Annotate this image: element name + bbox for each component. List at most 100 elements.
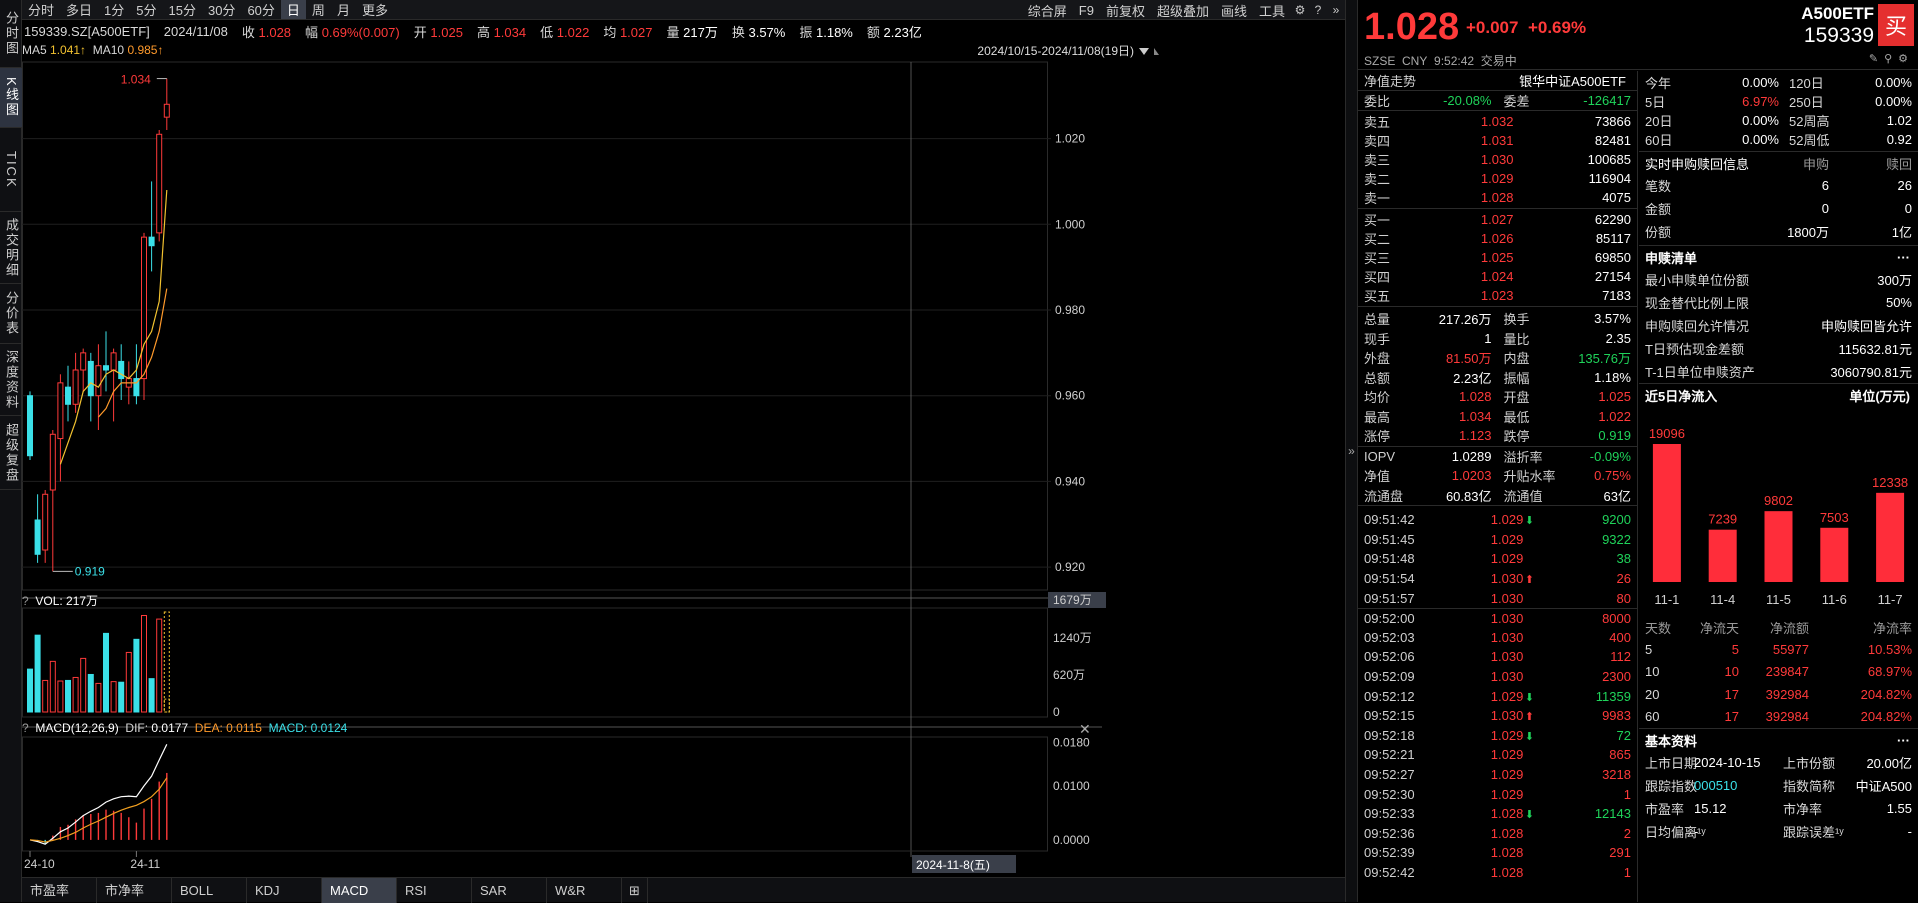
tick-row: 09:52:39 1.028 291 [1364,845,1631,861]
nav-trend-row[interactable]: 净值走势 银华中证A500ETF [1358,71,1637,91]
indicator-tab-5[interactable]: RSI [397,877,472,903]
candle [34,494,41,563]
link-icon[interactable]: ⚲ [1884,53,1898,65]
indicator-tab-4[interactable]: MACD [322,877,397,903]
view-tab-6[interactable]: 超级复盘 [0,416,22,490]
candle [118,344,125,400]
macd-name: MACD(12,26,9) [35,721,119,735]
indicator-tab-7[interactable]: W&R [547,877,622,903]
tick-row: 09:52:03 1.030 400 [1364,629,1631,645]
security-name: A500ETF [1801,4,1874,23]
asks-level-2[interactable]: 卖三 1.030 100685 [1358,150,1637,169]
price-change: +0.007 [1466,18,1519,37]
volume-bar [133,638,140,713]
volume-tick-label: 0 [1053,705,1060,719]
creation-row-4: T-1日单位申赎资产 3060790.81元 [1645,365,1912,380]
quote-tool-icons[interactable]: ✎⚲⚙ [1869,52,1914,65]
iopv-row-1: 净值 1.0203 升贴水率 0.75% [1364,468,1631,485]
candle [163,78,170,130]
view-tab-2[interactable]: TICK [0,128,22,212]
candle [148,181,155,272]
ma10-line [97,288,168,418]
volume-bar [57,680,64,713]
volume-bar [110,681,117,713]
asks-level-0[interactable]: 卖五 1.032 73866 [1358,112,1637,131]
indicator-tab-2[interactable]: BOLL [172,877,247,903]
volume-label: VOL: 217万 [35,594,99,608]
volume-bar [141,615,147,713]
asks-level-3[interactable]: 卖二 1.029 116904 [1358,169,1637,188]
volume-bar [42,679,49,713]
iopv-row-2: 流通盘 60.83亿 流通值 63亿 [1364,488,1631,504]
volume-bar [34,634,41,713]
view-tab-1[interactable]: K线图 [0,68,22,128]
candle [65,365,71,422]
date-range-label[interactable]: 2024/10/15-2024/11/08(19日) [977,44,1134,58]
settings-icon[interactable]: ⚙ [1898,53,1914,65]
view-tab-4[interactable]: 分价表 [0,284,22,344]
netflow-value-label: 12338 [1872,475,1908,490]
dea-value: 0.0115 [226,721,262,735]
indicator-tab-0[interactable]: 市盈率 [22,877,97,903]
add-indicator-button[interactable]: ⊞ [622,877,648,903]
more-icon[interactable]: ··· [1897,733,1910,748]
candle [110,348,117,422]
range-dropdown-icon[interactable] [1139,48,1149,55]
creation-row-3: T日预估现金差额 115632.81元 [1645,342,1912,357]
tick-row: 09:51:42 1.029⬇ 9200 [1364,512,1631,528]
basic-row-2: 市盈率 15.12 市净率 1.55 [1645,801,1912,817]
close-panel-icon[interactable]: ✕ [1079,721,1091,737]
indicator-tab-1[interactable]: 市净率 [97,877,172,903]
ask-levels: 卖五 1.032 73866 卖四 1.031 82481 卖三 1.030 100685 卖二 1… [1358,111,1637,209]
tick-row: 09:52:42 1.028 1 [1364,864,1631,880]
view-tab-3[interactable]: 成交明细 [0,212,22,284]
indicator-tab-3[interactable]: KDJ [247,877,322,903]
view-tab-5[interactable]: 深度资料 [0,344,22,416]
order-book-column: 净值走势 银华中证A500ETF 委比 -20.08% 委差 -126417 卖… [1358,71,1638,902]
asks-level-4[interactable]: 卖一 1.028 4075 [1358,188,1637,207]
macd-tick-label: 0.0000 [1053,833,1090,847]
netflow-bar [1876,492,1905,582]
current-volume-cursor [163,611,170,713]
bids-level-4[interactable]: 买五 1.023 7183 [1358,286,1637,305]
basic-row-0: 上市日期 2024-10-15 上市份额 20.00亿 [1645,755,1912,771]
bids-level-1[interactable]: 买二 1.026 85117 [1358,229,1637,248]
flag-icon[interactable] [1154,48,1159,55]
creation-block: 申赎清单 ··· 最小申赎单位份额 300万 现金替代比例上限 50% 申购赎回允许情况申… [1639,246,1918,384]
netflow-category-label: 11-1 [1654,592,1679,607]
collapse-panel-toggle[interactable]: » [1345,0,1358,902]
netflow-table-row: 5 5 55977 10.53% [1645,641,1912,657]
netflow-table-header: 天数 净流天 净流额 净流率 [1645,620,1912,636]
bids-level-3[interactable]: 买四 1.024 27154 [1358,267,1637,286]
netflow-bar-group: 9802 11-5 [1764,493,1793,607]
indicator-tab-6[interactable]: SAR [472,877,547,903]
netflow-value-label: 7239 [1708,512,1737,527]
netflow-category-label: 11-4 [1710,592,1735,607]
price-tick-label: 1.020 [1055,132,1085,146]
tick-row: 09:51:45 1.029 9322 [1364,531,1631,547]
dif-value: 0.0177 [151,721,189,735]
volume-panel-header: ? VOL: 217万 [22,594,99,608]
candle [133,344,140,405]
etf-iopv-stats: IOPV 1.0289 溢折率 -0.09% 净值 1.0203 升贴水率 0.75% 流通盘 6… [1358,447,1637,506]
view-tab-0[interactable]: 分时图 [0,0,22,68]
kline-chart-svg[interactable]: 1.020 1.000 0.980 0.960 0.940 0.920 1.034 0.919… [22,0,1345,877]
bids-level-2[interactable]: 买三 1.025 69850 [1358,248,1637,267]
bids-level-0[interactable]: 买一 1.027 62290 [1358,210,1637,229]
candle [156,130,163,242]
kline-chart-area[interactable]: 1.020 1.000 0.980 0.960 0.940 0.920 1.034 0.919… [22,0,1345,902]
ma5-line [59,189,168,465]
perf-row-2: 20日 0.00% 52周高 1.02 [1645,113,1912,129]
tick-row: 09:52:09 1.030 2300 [1364,669,1631,685]
stats-row-6: 涨停 1.123 跌停 0.919 [1364,428,1631,445]
edit-icon[interactable]: ✎ [1869,53,1884,65]
buy-button[interactable]: 买 [1878,4,1914,46]
more-icon[interactable]: ··· [1897,250,1910,265]
tick-row: 09:51:48 1.029 38 [1364,551,1631,567]
arrow-down-icon: ⬇ [1524,809,1534,822]
asks-level-1[interactable]: 卖四 1.031 82481 [1358,131,1637,150]
macd-value: 0.0124 [310,721,348,735]
netflow-block: 近5日净流入 单位(万元) 19096 11-1 7239 11-4 9802 11-5 75… [1639,384,1918,729]
volume-bar [95,682,102,713]
arrow-down-icon: ⬇ [1524,515,1534,528]
